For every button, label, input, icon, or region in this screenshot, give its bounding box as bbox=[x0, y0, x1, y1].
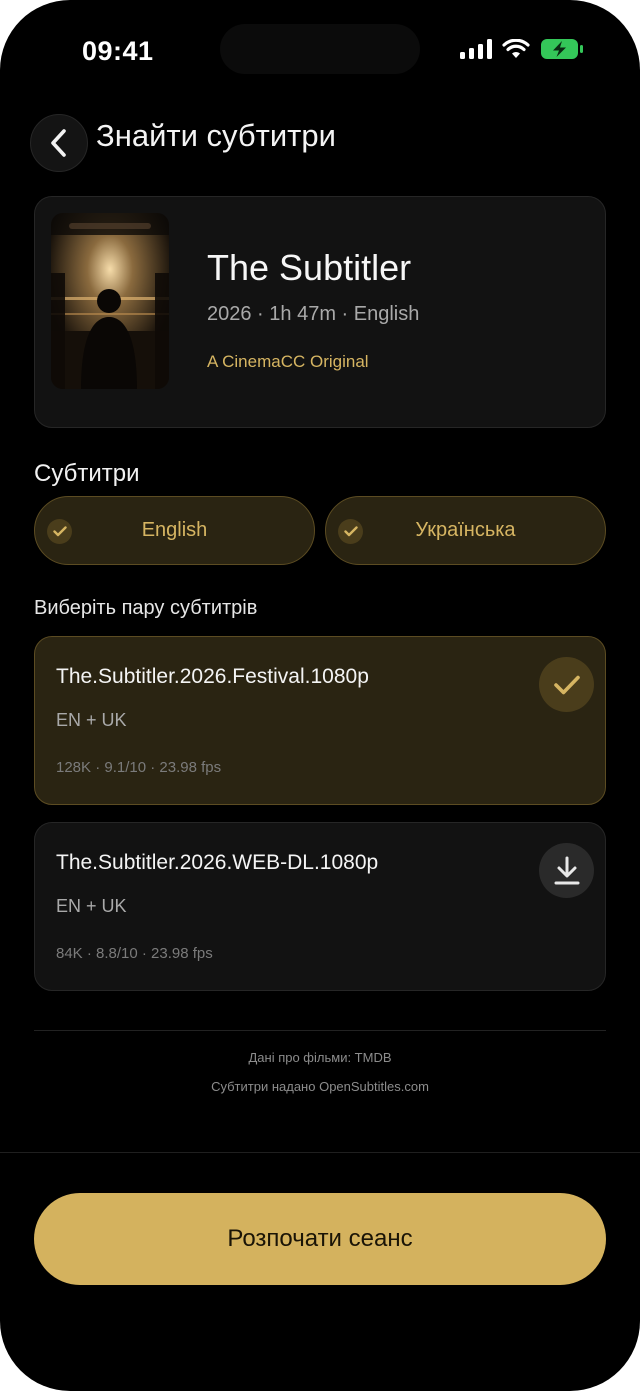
check-icon bbox=[553, 675, 580, 694]
back-button[interactable] bbox=[30, 114, 88, 172]
wifi-icon bbox=[502, 39, 530, 58]
phone-screen: 09:41 Знайти субтитри The Subtitler 2026… bbox=[0, 0, 640, 1391]
pair-name: The.Subtitler.2026.Festival.1080p bbox=[56, 665, 369, 688]
movie-poster bbox=[51, 213, 169, 389]
selected-check-button[interactable] bbox=[539, 657, 594, 712]
language-chip-label: Українська bbox=[415, 519, 516, 541]
pair-stats: 128K · 9.1/10 · 23.98 fps bbox=[56, 759, 222, 776]
bottom-divider bbox=[0, 1152, 640, 1153]
status-time: 09:41 bbox=[82, 36, 154, 66]
movie-card: The Subtitler 2026 · 1h 47m · English A … bbox=[34, 196, 606, 428]
movie-tag: A CinemaCC Original bbox=[207, 352, 369, 371]
pair-languages: EN + UK bbox=[56, 710, 127, 730]
download-button[interactable] bbox=[539, 843, 594, 898]
subtitle-pair-card[interactable]: The.Subtitler.2026.WEB-DL.1080p EN + UK … bbox=[34, 822, 606, 991]
language-chip-ukrainian[interactable]: Українська bbox=[325, 496, 606, 565]
language-chip-english[interactable]: English bbox=[34, 496, 315, 565]
opensubtitles-credit: Субтитри надано OpenSubtitles.com bbox=[211, 1079, 429, 1094]
tmdb-credit: Дані про фільми: TMDB bbox=[248, 1050, 392, 1065]
movie-meta: 2026 · 1h 47m · English bbox=[207, 303, 420, 325]
pair-name: The.Subtitler.2026.WEB-DL.1080p bbox=[56, 851, 379, 874]
check-icon bbox=[338, 519, 363, 544]
movie-title: The Subtitler bbox=[207, 247, 412, 288]
status-icons bbox=[460, 38, 584, 60]
language-chip-label: English bbox=[141, 519, 208, 541]
pair-stats: 84K · 8.8/10 · 23.98 fps bbox=[56, 945, 213, 962]
page-title: Знайти субтитри bbox=[96, 118, 336, 153]
check-icon bbox=[47, 519, 72, 544]
battery-charging-icon bbox=[541, 39, 583, 59]
pair-languages: EN + UK bbox=[56, 896, 127, 916]
subtitles-section-label: Субтитри bbox=[34, 460, 140, 487]
chevron-left-icon bbox=[51, 129, 66, 157]
dynamic-island bbox=[220, 24, 420, 74]
pair-section-label: Виберіть пару субтитрів bbox=[34, 597, 258, 619]
start-session-label: Розпочати сеанс bbox=[227, 1225, 413, 1252]
divider bbox=[34, 1030, 606, 1031]
subtitle-pair-card[interactable]: The.Subtitler.2026.Festival.1080p EN + U… bbox=[34, 636, 606, 805]
download-icon bbox=[554, 856, 579, 884]
signal-icon bbox=[460, 39, 492, 59]
start-session-button[interactable]: Розпочати сеанс bbox=[34, 1193, 606, 1285]
